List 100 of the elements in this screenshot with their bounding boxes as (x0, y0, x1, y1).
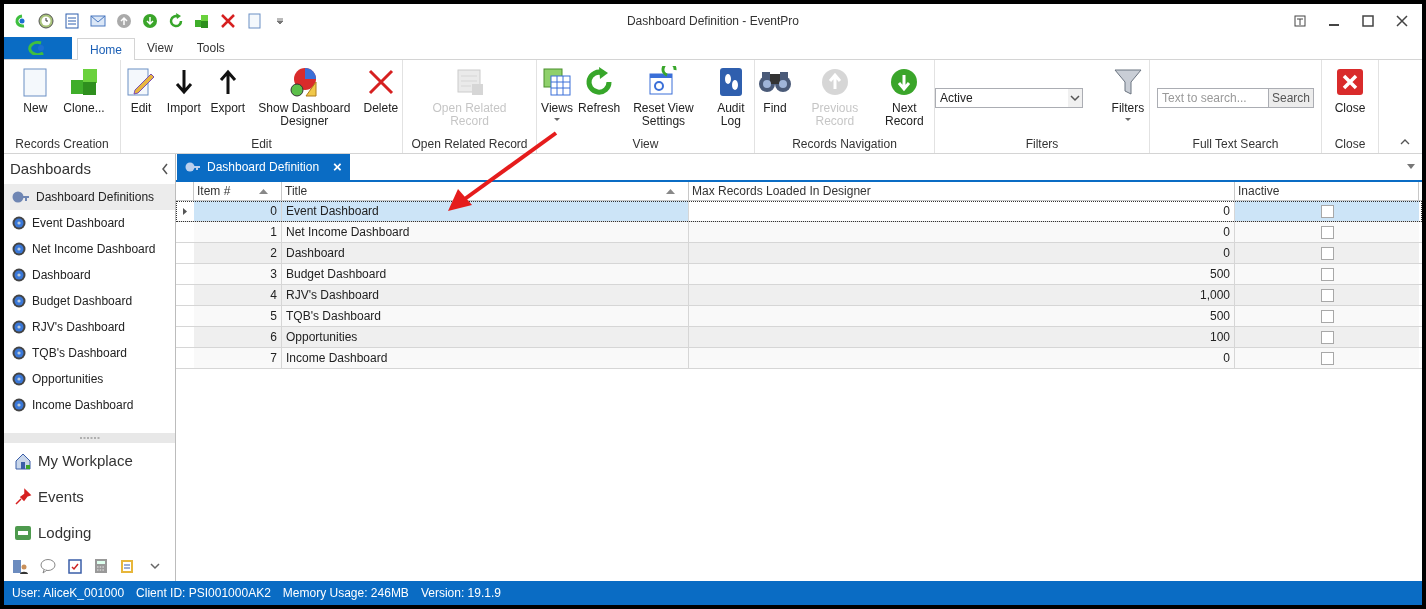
clipboard-icon[interactable] (120, 558, 134, 574)
checkbox[interactable] (1320, 330, 1334, 344)
table-row[interactable]: 3 Budget Dashboard 500 (176, 264, 1422, 285)
ribbon-button[interactable]: New (14, 66, 57, 115)
dial-icon (12, 294, 26, 308)
group-label: Edit (251, 136, 272, 153)
nav-item[interactable]: Events (4, 479, 175, 515)
dial-icon (12, 216, 26, 230)
checkbox[interactable] (1320, 246, 1334, 260)
table-cell: Opportunities (282, 327, 689, 347)
dropdown-icon[interactable] (1406, 164, 1416, 170)
close-tab-button[interactable]: × (333, 155, 342, 179)
sidebar-item[interactable]: Dashboard (4, 262, 175, 288)
status-text: Version: 19.1.9 (420, 585, 501, 602)
ribbon-button[interactable]: Views (537, 66, 577, 122)
group-label: Records Creation (15, 136, 109, 153)
table-row[interactable]: 1 Net Income Dashboard 0 (176, 222, 1422, 243)
dial-icon (12, 320, 26, 334)
ribbon-button[interactable]: Show Dashboard Designer (250, 66, 358, 128)
document-tab[interactable]: Dashboard Definition × (177, 154, 350, 180)
table-cell: 0 (689, 348, 1235, 368)
ribbon-button[interactable]: Clone... (58, 66, 110, 115)
table-row[interactable]: 0 Event Dashboard 0 (176, 201, 1422, 222)
ribbon-tab[interactable]: View (135, 37, 185, 59)
ribbon-button[interactable]: Reset View Settings (621, 66, 706, 128)
table-cell: RJV's Dashboard (282, 285, 689, 305)
checkbox[interactable] (1320, 309, 1334, 323)
clipboard-check-icon[interactable] (68, 558, 82, 574)
table-cell: 3 (194, 264, 282, 284)
checkbox[interactable] (1320, 351, 1334, 365)
close-icon[interactable] (1396, 15, 1408, 27)
nav-item[interactable]: Lodging (4, 515, 175, 551)
ribbon-button[interactable]: Refresh (579, 66, 620, 115)
collapse-ribbon-icon[interactable] (1400, 139, 1410, 145)
sidebar-item[interactable]: Event Dashboard (4, 210, 175, 236)
maximize-icon[interactable] (1362, 15, 1374, 27)
sidebar-item[interactable]: RJV's Dashboard (4, 314, 175, 340)
envelope-icon[interactable] (90, 13, 106, 29)
table-row[interactable]: 4 RJV's Dashboard 1,000 (176, 285, 1422, 306)
table-cell: 100 (689, 327, 1235, 347)
ribbon-tab[interactable]: Tools (184, 37, 237, 59)
status-text: Client ID: PSI001000AK2 (136, 585, 271, 602)
group-label: View (632, 136, 659, 153)
checkbox[interactable] (1320, 288, 1334, 302)
group-label: Open Related Record (411, 136, 528, 153)
window-title: Dashboard Definition - EventPro (625, 13, 801, 30)
ribbon-button[interactable]: Close (1329, 66, 1371, 115)
checkbox[interactable] (1320, 225, 1334, 239)
down-circle-icon[interactable] (142, 13, 158, 29)
filter-dropdown[interactable]: Active (935, 88, 1083, 108)
calculator-icon[interactable] (94, 558, 108, 574)
table-row[interactable]: 5 TQB's Dashboard 500 (176, 306, 1422, 327)
ribbon-button[interactable]: Filters (1106, 66, 1149, 122)
ribbon-button[interactable]: Find (755, 66, 795, 115)
app-menu-button[interactable] (4, 37, 72, 59)
group-label: Records Navigation (792, 136, 897, 153)
sidebar-item[interactable]: Dashboard Definitions (4, 184, 175, 210)
checkbox[interactable] (1320, 267, 1334, 281)
search-field[interactable]: Text to search... (1157, 88, 1269, 108)
restore-icon[interactable] (1294, 15, 1306, 27)
table-cell: 5 (194, 306, 282, 326)
table-row[interactable]: 7 Income Dashboard 0 (176, 348, 1422, 369)
chevron-down-icon[interactable] (150, 562, 160, 570)
ribbon-button[interactable]: Next Record (874, 66, 934, 128)
table-row[interactable]: 2 Dashboard 0 (176, 243, 1422, 264)
column-header[interactable]: Item # (197, 182, 231, 200)
checkbox[interactable] (1320, 204, 1334, 218)
sidebar-item[interactable]: Budget Dashboard (4, 288, 175, 314)
status-text: User: AliceK_001000 (12, 585, 125, 602)
sidebar-item[interactable]: TQB's Dashboard (4, 340, 175, 366)
ribbon-button[interactable]: Audit Log (707, 66, 754, 128)
column-header[interactable]: Inactive (1238, 182, 1280, 200)
sidebar-item[interactable]: Opportunities (4, 366, 175, 392)
column-header[interactable]: Max Records Loaded In Designer (692, 182, 871, 200)
up-circle-icon[interactable] (116, 13, 132, 29)
table-cell: 500 (689, 264, 1235, 284)
ribbon-button[interactable]: Import (163, 66, 205, 115)
cubes-icon[interactable] (194, 13, 210, 29)
splitter-handle[interactable] (4, 433, 175, 443)
ribbon-button[interactable]: Delete (359, 66, 402, 115)
ribbon-button[interactable]: Export (206, 66, 249, 115)
close-icon (1334, 66, 1366, 98)
document-icon[interactable] (246, 13, 262, 29)
bed-icon (14, 524, 32, 542)
nav-item[interactable]: My Workplace (4, 443, 175, 479)
clock-icon[interactable] (38, 13, 54, 29)
collapse-icon[interactable] (161, 163, 169, 175)
search-button[interactable]: Search (1269, 88, 1314, 108)
table-cell: 0 (689, 222, 1235, 242)
ribbon-tab[interactable]: Home (77, 38, 135, 60)
sidebar-item[interactable]: Net Income Dashboard (4, 236, 175, 262)
speech-bubble-icon[interactable] (40, 558, 56, 574)
ribbon-button[interactable]: Edit (121, 66, 161, 115)
table-cell: 0 (689, 243, 1235, 263)
sidebar-item[interactable]: Income Dashboard (4, 392, 175, 418)
refresh-icon[interactable] (168, 13, 184, 29)
column-header[interactable]: Title (285, 182, 308, 200)
x-mark-icon[interactable] (220, 13, 236, 29)
table-row[interactable]: 6 Opportunities 100 (176, 327, 1422, 348)
document-lines-icon[interactable] (64, 13, 80, 29)
